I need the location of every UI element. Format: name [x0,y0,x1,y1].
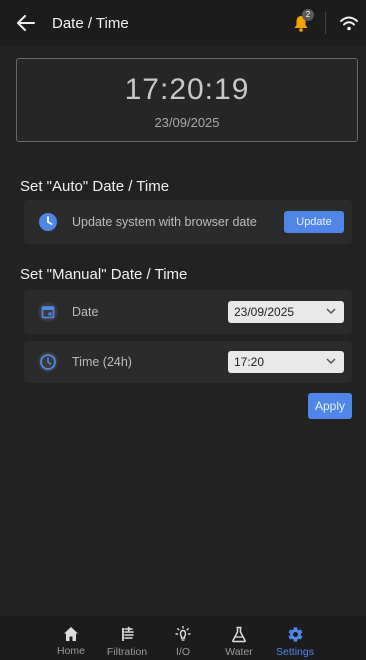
date-icon-wrap [24,302,72,322]
nav-water-label: Water [225,646,253,658]
nav-filtration-label: Filtration [106,646,148,658]
arrow-left-icon [17,15,35,31]
clock-icon [39,213,57,231]
nav-settings-label: Settings [276,646,314,658]
time-row: Time (24h) 17:20 [24,341,352,383]
calendar-icon [38,302,58,322]
time-select-value: 17:20 [234,355,265,369]
home-icon [64,627,78,641]
current-date: 23/09/2025 [154,115,220,130]
gear-icon [288,627,302,642]
clock-display: 17:20:19 23/09/2025 [16,58,358,142]
chevron-down-icon [326,358,336,365]
notification-badge: 2 [302,9,314,21]
date-select-value: 23/09/2025 [234,305,295,319]
lightbulb-icon [175,626,191,641]
wifi-status[interactable] [332,0,366,46]
nav-io[interactable]: I/O [155,616,211,660]
nav-settings[interactable]: Settings [267,616,323,660]
auto-update-label: Update system with browser date [72,215,257,229]
header-divider [325,12,326,34]
filtration-icon [122,626,134,641]
flask-icon [232,626,246,643]
current-time: 17:20:19 [124,73,250,106]
nav-filtration[interactable]: Filtration [99,616,155,660]
chevron-down-icon [326,308,336,315]
auto-update-row: Update system with browser date Update [24,200,352,244]
top-bar: Date / Time 2 [0,0,366,46]
auto-section-title: Set "Auto" Date / Time [20,178,170,195]
back-button[interactable] [0,0,52,46]
apply-button[interactable]: Apply [308,393,352,419]
date-select[interactable]: 23/09/2025 [228,301,344,323]
wifi-icon [340,16,358,30]
bottom-nav: Home Filtration I/O Water Settings [0,616,366,660]
nav-io-label: I/O [175,646,190,658]
nav-home[interactable]: Home [43,616,99,660]
update-button[interactable]: Update [284,211,344,233]
time-select[interactable]: 17:20 [228,351,344,373]
manual-section-title: Set "Manual" Date / Time [20,266,188,283]
nav-water[interactable]: Water [211,616,267,660]
nav-home-label: Home [56,645,85,657]
clock-outline-icon [38,352,58,372]
time-icon-wrap [24,352,72,372]
notifications-button[interactable]: 2 [283,0,319,46]
auto-clock-icon-wrap [24,212,72,232]
page-title: Date / Time [52,14,129,32]
date-row: Date 23/09/2025 [24,290,352,334]
